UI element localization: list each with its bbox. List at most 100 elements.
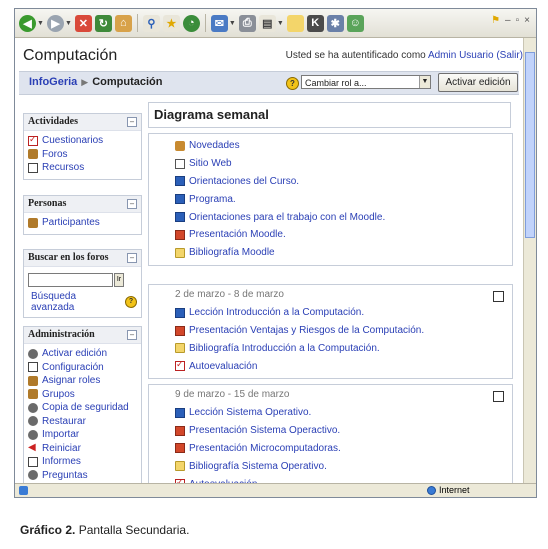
section-items: Lección Sistema Operativo. Presentación S… <box>149 404 512 484</box>
edit-dropdown-icon[interactable]: ▼ <box>277 20 284 27</box>
highlight-checkbox[interactable] <box>493 391 504 402</box>
history-icon[interactable]: ◔ <box>182 14 200 32</box>
print-icon[interactable]: ⎙ <box>238 14 256 32</box>
collapse-icon[interactable]: – <box>127 117 137 127</box>
people-block: Personas – Participantes <box>23 195 142 235</box>
admin-label: Preguntas <box>42 469 88 481</box>
section-item-link[interactable]: Orientaciones del Curso. <box>175 173 512 191</box>
breadcrumb-current: Computación <box>92 76 163 88</box>
admin-label: Grupos <box>42 388 75 400</box>
collapse-icon[interactable]: – <box>127 253 137 263</box>
section-items: Novedades Sitio Web Orientaciones del Curs… <box>149 137 512 262</box>
restore-icon[interactable]: ▫ <box>516 15 520 26</box>
help-icon[interactable]: ? <box>286 77 299 90</box>
forum-search-block-header: Buscar en los foros – <box>24 250 141 267</box>
section-item-label: Bibliografía Sistema Operativo. <box>189 460 327 472</box>
admin-item[interactable]: Informes <box>28 455 137 469</box>
user-link[interactable]: Admin Usuario <box>428 50 494 61</box>
vertical-scrollbar[interactable] <box>523 38 536 484</box>
activity-forums-link[interactable]: Foros <box>28 148 137 162</box>
admin-item[interactable]: Configuración <box>28 361 137 375</box>
edit-page-icon[interactable]: ▤ <box>258 14 276 32</box>
section-item-link[interactable]: Orientaciones para el trabajo con el Moo… <box>175 208 512 226</box>
section-week-1: 2 de marzo - 8 de marzo Lección Introducc… <box>148 284 513 379</box>
folder-icon[interactable] <box>286 14 304 32</box>
section-item-link[interactable]: Presentación Sistema Operactivo. <box>175 422 512 440</box>
chevron-down-icon[interactable]: ▼ <box>419 76 430 88</box>
collapse-icon[interactable]: – <box>127 330 137 340</box>
back-dropdown-icon[interactable]: ▼ <box>37 20 44 27</box>
help-icon[interactable]: ? <box>125 296 137 308</box>
activity-resources-link[interactable]: Recursos <box>28 161 137 175</box>
backup-icon <box>28 402 38 413</box>
folder-icon <box>175 247 185 258</box>
section-item-link[interactable]: Programa. <box>175 190 512 208</box>
favorites-icon[interactable]: ★ <box>162 14 180 32</box>
admin-label: Importar <box>42 429 80 441</box>
status-bar: Internet <box>15 483 536 497</box>
word-icon <box>175 307 185 318</box>
admin-item[interactable]: ◀ Reiniciar <box>28 442 137 456</box>
mail-icon[interactable]: ✉ <box>210 14 228 32</box>
forward-icon[interactable]: ▶ <box>46 14 64 32</box>
admin-item[interactable]: Importar <box>28 428 137 442</box>
admin-item[interactable]: Grupos <box>28 388 137 402</box>
activities-block: Actividades – Cuestionarios Foros Recurs… <box>23 113 142 180</box>
section-item-link[interactable]: Presentación Microcomputadoras. <box>175 440 512 458</box>
admin-label: Configuración <box>42 361 104 373</box>
settings-icon <box>28 362 38 373</box>
home-icon[interactable]: ⌂ <box>114 14 132 32</box>
forum-icon <box>28 149 38 160</box>
section-item-link[interactable]: Bibliografía Moodle <box>175 244 512 262</box>
participants-link[interactable]: Participantes <box>28 216 137 230</box>
forum-search-go-button[interactable]: Ir <box>114 273 124 287</box>
section-item-link[interactable]: Bibliografía Sistema Operativo. <box>175 457 512 475</box>
tools-icon[interactable]: ✱ <box>326 14 344 32</box>
globe-icon <box>427 485 436 495</box>
section-item-link[interactable]: Lección Introducción a la Computación. <box>175 304 512 322</box>
browser-window: ◀ ▼ ▶ ▼ ✕ ↻ ⌂ ⚲ ★ ◔ ✉ ▼ ⎙ ▤ ▼ K ✱ ☺ ⚑ – … <box>14 8 537 498</box>
k-app-icon[interactable]: K <box>306 14 324 32</box>
collapse-icon[interactable]: – <box>127 199 137 209</box>
breadcrumb-home[interactable]: InfoGeria <box>29 76 77 88</box>
section-item-link[interactable]: Bibliografía Introducción a la Computaci… <box>175 340 512 358</box>
search-icon[interactable]: ⚲ <box>142 14 160 32</box>
messenger-icon[interactable]: ☺ <box>346 14 364 32</box>
back-icon[interactable]: ◀ <box>19 14 36 32</box>
stop-icon[interactable]: ✕ <box>74 14 92 32</box>
admin-item[interactable]: Preguntas <box>28 469 137 483</box>
mail-dropdown-icon[interactable]: ▼ <box>229 20 236 27</box>
admin-item[interactable]: Copia de seguridad <box>28 401 137 415</box>
admin-item[interactable]: Asignar roles <box>28 374 137 388</box>
administration-block: Administración – Activar edición Configu… <box>23 326 142 484</box>
refresh-icon[interactable]: ↻ <box>94 14 112 32</box>
logout-link[interactable]: (Salir) <box>496 50 523 61</box>
section-item-link[interactable]: Presentación Ventajas y Riesgos de la Co… <box>175 322 512 340</box>
login-info: Usted se ha autentificado como Admin Usu… <box>286 50 523 61</box>
activities-block-header: Actividades – <box>24 114 141 131</box>
admin-item[interactable]: Activar edición <box>28 347 137 361</box>
word-icon <box>175 194 185 205</box>
section-0: Novedades Sitio Web Orientaciones del Curs… <box>148 133 513 266</box>
admin-label: Activar edición <box>42 348 108 360</box>
admin-item[interactable]: Restaurar <box>28 415 137 429</box>
minimize-icon[interactable]: – <box>505 15 511 26</box>
activity-quizzes-link[interactable]: Cuestionarios <box>28 134 137 148</box>
highlight-checkbox[interactable] <box>493 291 504 302</box>
section-item-link[interactable]: Novedades <box>175 137 512 155</box>
section-item-link[interactable]: Lección Sistema Operativo. <box>175 404 512 422</box>
ppt-icon <box>175 443 185 454</box>
close-icon[interactable]: × <box>524 15 530 26</box>
status-zone-label: Internet <box>439 485 470 495</box>
section-item-link[interactable]: Presentación Moodle. <box>175 226 512 244</box>
section-item-link[interactable]: Autoevaluación <box>175 357 512 375</box>
edit-mode-button[interactable]: Activar edición <box>438 73 518 92</box>
scrollbar-thumb[interactable] <box>525 52 535 238</box>
forward-dropdown-icon[interactable]: ▼ <box>65 20 72 27</box>
participants-icon <box>28 217 38 228</box>
browser-toolbar: ◀ ▼ ▶ ▼ ✕ ↻ ⌂ ⚲ ★ ◔ ✉ ▼ ⎙ ▤ ▼ K ✱ ☺ ⚑ – … <box>15 9 536 38</box>
section-item-link[interactable]: Sitio Web <box>175 155 512 173</box>
forum-search-input[interactable] <box>28 273 113 287</box>
advanced-search-link[interactable]: Búsqueda avanzada <box>31 291 122 313</box>
role-select[interactable]: Cambiar rol a... ▼ <box>301 75 431 89</box>
